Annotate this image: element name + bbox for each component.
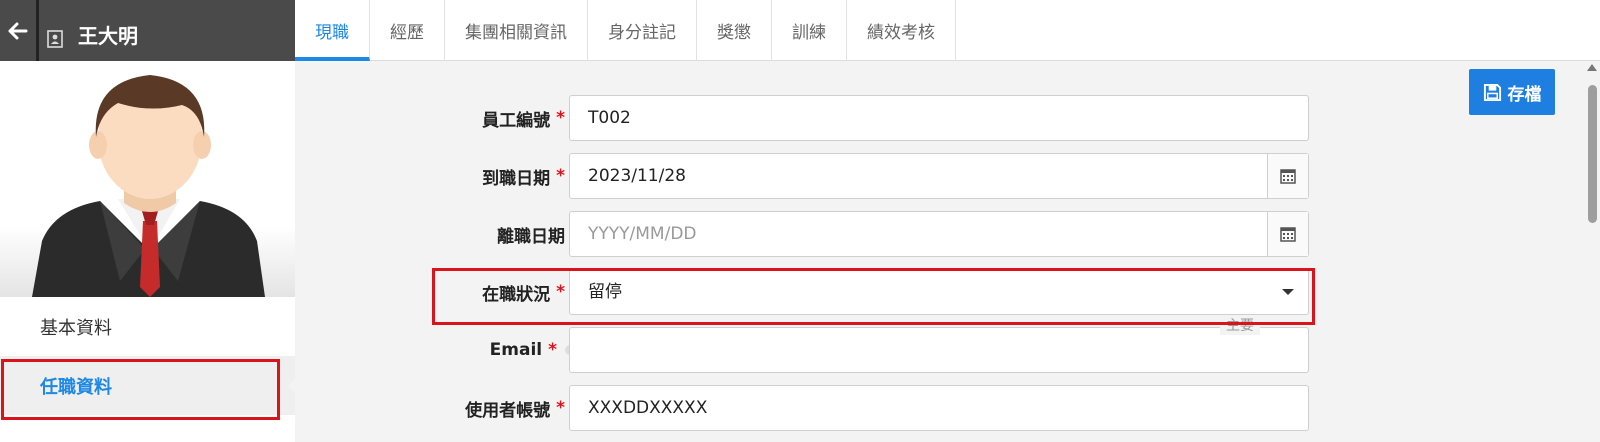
back-button[interactable]	[0, 0, 36, 61]
leave-date-calendar-button[interactable]	[1267, 212, 1308, 256]
required-marker: *	[556, 166, 565, 186]
tab-bar: 現職 經歷 集團相關資訊 身分註記 獎懲 訓練 績效考核	[295, 0, 1600, 61]
required-marker: *	[556, 108, 565, 128]
save-button[interactable]: 存檔	[1469, 69, 1555, 115]
tab-group-info[interactable]: 集團相關資訊	[445, 0, 588, 61]
avatar	[0, 61, 295, 297]
leave-date-input[interactable]: YYYY/MM/DD	[569, 211, 1309, 257]
calendar-icon	[1280, 227, 1296, 242]
required-marker: *	[556, 282, 565, 302]
tab-rewards-penalties[interactable]: 獎懲	[697, 0, 772, 61]
username-input[interactable]: XXXDDXXXXX	[569, 385, 1309, 431]
left-nav: 基本資料 任職資料	[0, 297, 296, 415]
user-name: 王大明	[78, 24, 138, 48]
label-text: Email	[489, 340, 543, 360]
chevron-down-icon	[1282, 289, 1294, 295]
form-row-username: 使用者帳號 * XXXDDXXXXX	[295, 385, 1315, 431]
nav-item-employment-info[interactable]: 任職資料	[0, 356, 296, 415]
save-button-label: 存檔	[1507, 84, 1542, 105]
tab-performance-review[interactable]: 績效考核	[847, 0, 956, 61]
label-text: 使用者帳號	[465, 400, 551, 421]
form-row-employee-id: 員工編號 * T002	[295, 95, 1315, 141]
field-value: T002	[588, 108, 631, 128]
scroll-up-icon[interactable]	[1587, 64, 1597, 71]
email-label: Email *	[490, 327, 575, 373]
header-divider	[36, 0, 39, 61]
field-value: XXXDDXXXXX	[588, 398, 708, 418]
field-placeholder: YYYY/MM/DD	[588, 224, 697, 244]
label-text: 到職日期	[482, 168, 551, 189]
employee-id-label: 員工編號 *	[482, 95, 565, 141]
form-row-leave-date: 離職日期 YYYY/MM/DD	[295, 211, 1315, 257]
leave-date-label: 離職日期	[497, 211, 565, 257]
employment-status-label: 在職狀況 *	[482, 269, 565, 315]
tab-current-job[interactable]: 現職	[295, 0, 370, 61]
avatar-illustration	[32, 75, 265, 297]
floppy-disk-icon	[1483, 83, 1501, 101]
hire-date-label: 到職日期 *	[482, 153, 565, 199]
hire-date-calendar-button[interactable]	[1267, 154, 1308, 198]
user-header: 王大明	[0, 0, 295, 61]
hire-date-input[interactable]: 2023/11/28	[569, 153, 1309, 199]
label-text: 員工編號	[482, 110, 551, 131]
vertical-scrollbar[interactable]	[1585, 61, 1600, 442]
form-row-employment-status: 在職狀況 * 留停	[295, 269, 1315, 315]
required-marker: *	[548, 340, 557, 360]
arrow-left-icon	[8, 22, 28, 39]
calendar-icon	[1280, 169, 1296, 184]
username-label: 使用者帳號 *	[465, 385, 565, 431]
employment-form: 存檔 員工編號 * T002 到職日期 * 2023/11/28 離職日期 YY…	[295, 61, 1585, 442]
contact-card-icon	[47, 30, 63, 48]
form-row-hire-date: 到職日期 * 2023/11/28	[295, 153, 1315, 199]
employment-status-select[interactable]: 留停	[569, 269, 1309, 315]
left-panel: 王大明 基本資料 任職資料	[0, 0, 296, 442]
employee-id-input[interactable]: T002	[569, 95, 1309, 141]
primary-legend: 主要	[1220, 317, 1260, 335]
tab-experience[interactable]: 經歷	[370, 0, 445, 61]
nav-item-label: 任職資料	[40, 376, 112, 398]
nav-item-label: 基本資料	[40, 317, 112, 339]
label-text: 在職狀況	[482, 284, 551, 305]
required-marker: *	[556, 398, 565, 418]
form-row-email: Email * 主要	[295, 317, 1315, 373]
field-value: 2023/11/28	[588, 166, 686, 186]
scroll-thumb[interactable]	[1588, 85, 1597, 223]
tab-identity-notes[interactable]: 身分註記	[588, 0, 697, 61]
email-input[interactable]: 主要	[569, 317, 1309, 373]
label-text: 離職日期	[497, 226, 565, 247]
tab-training[interactable]: 訓練	[772, 0, 847, 61]
selected-value: 留停	[588, 282, 622, 302]
nav-item-basic-info[interactable]: 基本資料	[0, 297, 295, 356]
